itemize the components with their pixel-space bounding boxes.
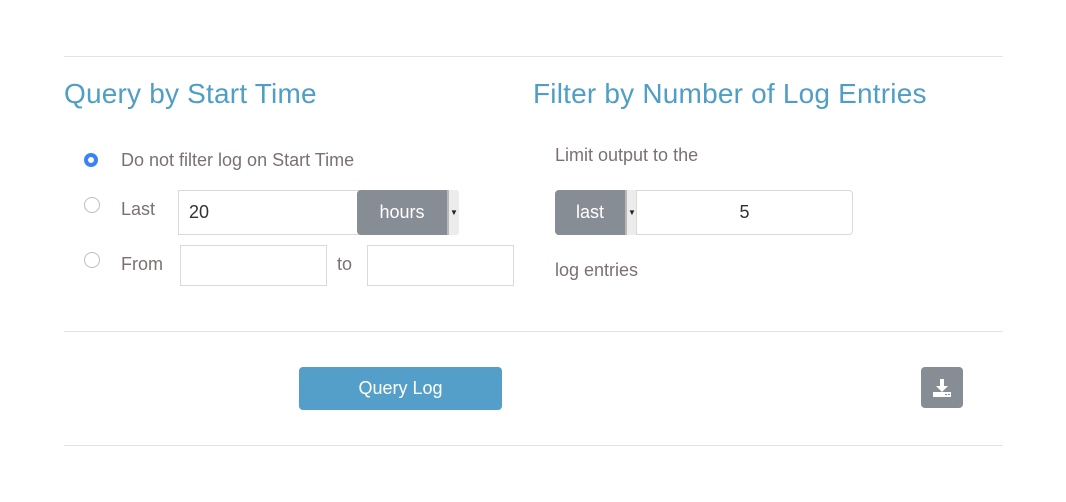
radio-from[interactable]: [84, 252, 100, 268]
limit-label: Limit output to the: [555, 145, 699, 165]
radio-no-filter[interactable]: [84, 153, 98, 167]
last-value-input[interactable]: 20: [178, 190, 360, 235]
to-label: to: [337, 254, 353, 274]
to-date-input[interactable]: [367, 245, 514, 286]
bottom-divider: [64, 445, 1003, 446]
top-divider: [64, 56, 1003, 57]
start-time-title: Query by Start Time: [64, 78, 317, 109]
time-unit-select[interactable]: hours ▼: [357, 190, 459, 235]
no-filter-label: Do not filter log on Start Time: [121, 150, 355, 170]
from-label: From: [121, 254, 163, 274]
log-entries-label: log entries: [555, 260, 639, 280]
time-unit-value: hours: [379, 202, 425, 222]
query-log-button[interactable]: Query Log: [299, 367, 502, 410]
position-select[interactable]: last ▼: [555, 190, 637, 235]
chevron-down-icon: ▼: [447, 190, 459, 235]
entry-count-input[interactable]: 5: [636, 190, 853, 235]
last-label: Last: [121, 199, 156, 219]
entry-count-value: 5: [739, 202, 750, 222]
download-icon: [933, 378, 951, 397]
radio-last[interactable]: [84, 197, 100, 213]
middle-divider: [64, 331, 1003, 332]
position-value: last: [575, 202, 604, 222]
entries-title: Filter by Number of Log Entries: [533, 78, 927, 109]
from-date-input[interactable]: [180, 245, 327, 286]
download-button[interactable]: [921, 367, 963, 408]
